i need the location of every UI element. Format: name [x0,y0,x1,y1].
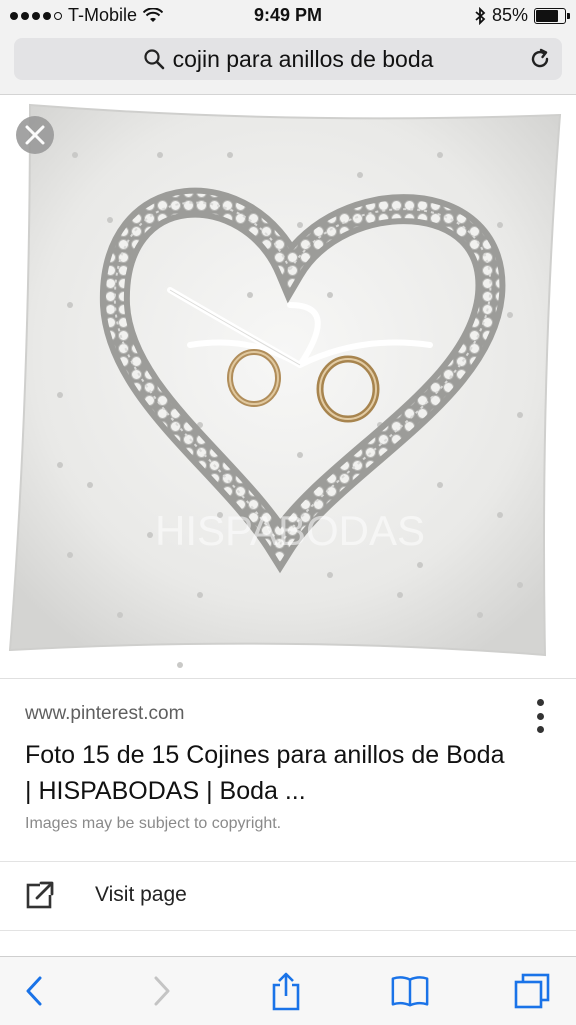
battery-percent: 85% [491,5,528,25]
crystal [437,482,443,488]
close-icon [25,125,45,145]
back-icon [26,976,42,1006]
crystal [67,552,73,558]
visit-page-button[interactable]: Visit page [0,861,576,931]
search-query[interactable]: cojin para anillos de boda [173,46,434,73]
crystal [297,222,303,228]
address-bar[interactable]: cojin para anillos de boda [14,38,562,80]
bluetooth-icon [475,6,486,25]
result-image[interactable]: HISPABODAS [0,95,576,675]
crystal [227,152,233,158]
search-icon [143,49,164,70]
crystal [57,392,63,398]
reload-icon[interactable] [528,47,552,71]
crystal [247,292,253,298]
crystal [57,462,63,468]
bookmarks-button[interactable] [390,971,430,1011]
result-title[interactable]: Foto 15 de 15 Cojines para anillos de Bo… [25,737,505,809]
crystal [177,662,183,668]
close-button[interactable] [16,116,54,154]
bookmarks-icon [391,976,429,1007]
crystal [497,222,503,228]
crystal [327,292,333,298]
crystal [507,312,513,318]
crystal [72,152,78,158]
status-right: 85% [474,5,570,26]
tabs-button[interactable] [512,971,552,1011]
crystal [297,452,303,458]
more-vertical-icon[interactable] [532,699,548,733]
share-button[interactable] [266,971,306,1011]
crystal [107,217,113,223]
browser-toolbar: cojin para anillos de boda [0,32,576,95]
crystal [477,612,483,618]
back-button[interactable] [14,971,54,1011]
share-icon [272,972,300,1011]
crystal [157,152,163,158]
copyright-note: Images may be subject to copyright. [25,815,282,832]
crystal [357,172,363,178]
crystal [327,572,333,578]
source-url[interactable]: www.pinterest.com [25,703,184,725]
crystal [517,412,523,418]
forward-icon [154,976,170,1006]
crystal [87,482,93,488]
crystal [417,562,423,568]
battery-level [536,9,558,22]
crystal [117,612,123,618]
status-bar: T-Mobile 9:49 PM 85% [0,0,576,32]
bottom-toolbar [0,956,576,1025]
result-info: www.pinterest.com Foto 15 de 15 Cojines … [0,678,576,861]
crystal [497,512,503,518]
visit-page-label: Visit page [95,883,187,906]
battery-icon [534,7,570,24]
watermark: HISPABODAS [155,507,425,554]
ring-pillow-image: HISPABODAS [8,103,562,668]
crystal [397,592,403,598]
tabs-icon [514,973,550,1009]
external-link-icon [26,881,54,909]
crystal [67,302,73,308]
crystal [147,532,153,538]
crystal [197,592,203,598]
crystal [437,152,443,158]
forward-button[interactable] [142,971,182,1011]
crystal [517,582,523,588]
